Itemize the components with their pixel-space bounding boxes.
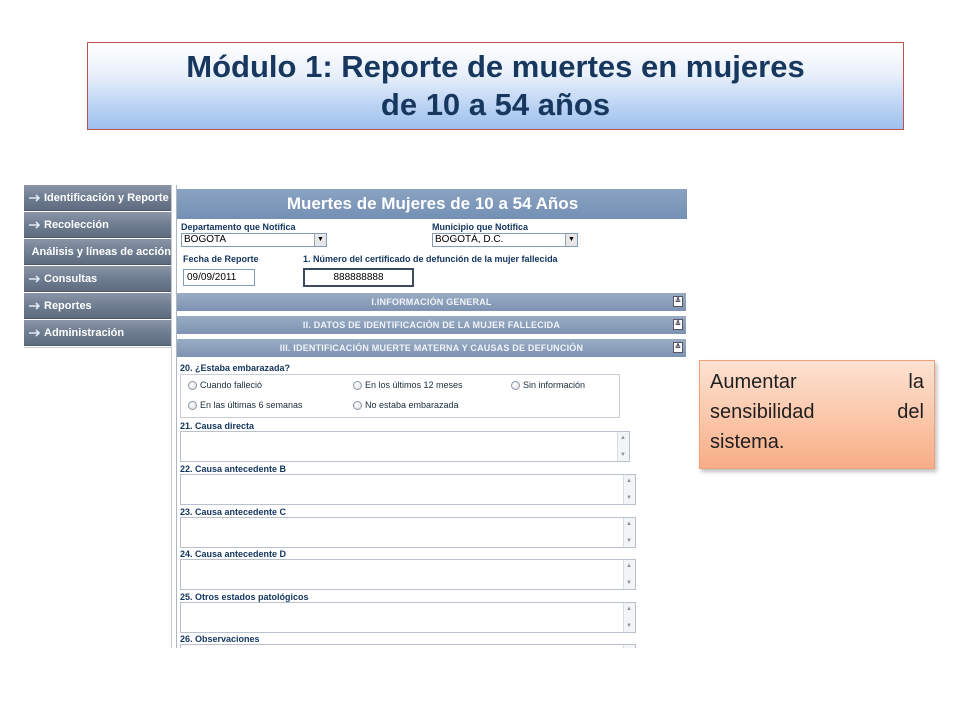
arrow-right-icon: [28, 251, 30, 252]
radio-circle-icon: [188, 380, 197, 390]
chevron-down-icon[interactable]: ▼: [565, 234, 577, 246]
radio-label: Cuando falleció: [200, 380, 263, 390]
section-muerte-materna[interactable]: III. IDENTIFICACIÓN MUERTE MATERNA Y CAU…: [177, 339, 686, 357]
sidebar-item-label: Consultas: [44, 272, 98, 285]
sidebar: Identificación y Reporte Recolección Aná…: [24, 185, 172, 648]
form-area: Muertes de Mujeres de 10 a 54 Años Depar…: [176, 185, 687, 648]
q24-label: 24. Causa antecedente D: [180, 549, 287, 559]
fecha-label: Fecha de Reporte: [183, 254, 259, 264]
scroll-up-icon[interactable]: ▲: [626, 606, 632, 612]
scroll-down-icon[interactable]: ▼: [626, 580, 632, 586]
observaciones-textarea[interactable]: ▲: [180, 644, 636, 648]
scrollbar[interactable]: ▲ ▼: [617, 432, 629, 461]
q23-label: 23. Causa antecedente C: [180, 507, 287, 517]
callout-text: Aumentar la sensibilidad del sistema.: [710, 371, 924, 453]
sidebar-item-recoleccion[interactable]: Recolección: [24, 212, 171, 238]
sidebar-item-identificacion[interactable]: Identificación y Reporte: [24, 185, 171, 211]
municipio-select[interactable]: BOGOTÁ, D.C. ▼: [432, 233, 578, 247]
arrow-right-icon: [29, 193, 41, 202]
arrow-right-icon: [29, 301, 41, 310]
scroll-down-icon[interactable]: ▼: [626, 538, 632, 544]
collapse-icon[interactable]: ≙: [673, 342, 683, 353]
scroll-down-icon[interactable]: ▼: [626, 495, 632, 501]
departamento-label: Departamento que Notifica: [181, 222, 296, 232]
radio-label: No estaba embarazada: [365, 400, 459, 410]
sidebar-item-label: Análisis y líneas de acción: [31, 245, 171, 258]
radio-no-embarazada[interactable]: No estaba embarazada: [353, 400, 459, 410]
app-screenshot: Identificación y Reporte Recolección Aná…: [24, 185, 687, 648]
arrow-right-icon: [29, 274, 41, 283]
sidebar-item-consultas[interactable]: Consultas: [24, 266, 171, 292]
radio-label: En las últimas 6 semanas: [200, 400, 303, 410]
arrow-right-icon: [29, 220, 41, 229]
section-label: III. IDENTIFICACIÓN MUERTE MATERNA Y CAU…: [279, 343, 584, 353]
departamento-value: BOGOTA: [184, 234, 227, 245]
q25-label: 25. Otros estados patológicos: [180, 592, 309, 602]
expand-icon[interactable]: ≚: [673, 296, 683, 307]
scrollbar[interactable]: ▲: [623, 645, 635, 648]
sidebar-item-label: Administración: [44, 326, 125, 339]
departamento-select[interactable]: BOGOTA ▼: [181, 233, 327, 247]
sidebar-item-label: Identificación y Reporte: [44, 191, 169, 204]
q20-radio-group: Cuando falleció En los últimos 12 meses …: [180, 374, 620, 418]
radio-circle-icon: [353, 380, 362, 390]
scroll-up-icon[interactable]: ▲: [626, 478, 632, 484]
radio-circle-icon: [353, 400, 362, 410]
municipio-label: Municipio que Notifica: [432, 222, 528, 232]
radio-ultimas-6-semanas[interactable]: En las últimas 6 semanas: [188, 400, 303, 410]
expand-icon[interactable]: ≚: [673, 319, 683, 330]
sidebar-item-reportes[interactable]: Reportes: [24, 293, 171, 319]
slide-title: Módulo 1: Reporte de muertes en mujeres …: [87, 42, 904, 130]
scroll-up-icon[interactable]: ▲: [620, 435, 626, 441]
sidebar-item-analisis[interactable]: Análisis y líneas de acción: [24, 239, 171, 265]
section-label: II. DATOS DE IDENTIFICACIÓN DE LA MUJER …: [302, 320, 561, 330]
callout-box: Aumentar la sensibilidad del sistema.: [699, 360, 935, 469]
arrow-right-icon: [29, 328, 41, 337]
q20-label: 20. ¿Estaba embarazada?: [180, 363, 291, 373]
scrollbar[interactable]: ▲ ▼: [623, 475, 635, 504]
sidebar-item-label: Recolección: [44, 218, 109, 231]
section-datos-identificacion[interactable]: II. DATOS DE IDENTIFICACIÓN DE LA MUJER …: [177, 316, 686, 334]
radio-ultimos-12-meses[interactable]: En los últimos 12 meses: [353, 380, 463, 390]
causa-b-textarea[interactable]: ▲ ▼: [180, 474, 636, 505]
sidebar-item-administracion[interactable]: Administración: [24, 320, 171, 346]
q21-label: 21. Causa directa: [180, 421, 255, 431]
section-informacion-general[interactable]: I.INFORMACIÓN GENERAL ≚: [177, 293, 686, 311]
causa-directa-textarea[interactable]: ▲ ▼: [180, 431, 630, 462]
slide-title-line-2: de 10 a 54 años: [380, 87, 611, 122]
scroll-up-icon[interactable]: ▲: [626, 563, 632, 569]
slide-title-line-1: Módulo 1: Reporte de muertes en mujeres: [186, 49, 805, 84]
scrollbar[interactable]: ▲ ▼: [623, 560, 635, 589]
causa-c-textarea[interactable]: ▲ ▼: [180, 517, 636, 548]
form-header: Muertes de Mujeres de 10 a 54 Años: [177, 189, 687, 219]
scroll-up-icon[interactable]: ▲: [626, 521, 632, 527]
radio-circle-icon: [188, 400, 197, 410]
scroll-down-icon[interactable]: ▼: [620, 452, 626, 458]
scroll-down-icon[interactable]: ▼: [626, 623, 632, 629]
sidebar-menu: Identificación y Reporte Recolección Aná…: [24, 185, 171, 347]
q22-label: 22. Causa antecedente B: [180, 464, 287, 474]
sidebar-item-label: Reportes: [44, 299, 92, 312]
scrollbar[interactable]: ▲ ▼: [623, 518, 635, 547]
radio-cuando-fallecio[interactable]: Cuando falleció: [188, 380, 262, 390]
causa-d-textarea[interactable]: ▲ ▼: [180, 559, 636, 590]
otros-estados-textarea[interactable]: ▲ ▼: [180, 602, 636, 633]
section-label: I.INFORMACIÓN GENERAL: [371, 297, 492, 307]
radio-label: En los últimos 12 meses: [365, 380, 463, 390]
q26-label: 26. Observaciones: [180, 634, 260, 644]
certificado-input[interactable]: 888888888: [303, 268, 414, 287]
fecha-input[interactable]: 09/09/2011: [183, 269, 255, 286]
chevron-down-icon[interactable]: ▼: [314, 234, 326, 246]
sidebar-empty-area: [24, 347, 171, 648]
scrollbar[interactable]: ▲ ▼: [623, 603, 635, 632]
radio-circle-icon: [511, 380, 520, 390]
radio-label: Sin información: [523, 380, 586, 390]
radio-sin-informacion[interactable]: Sin información: [511, 380, 585, 390]
municipio-value: BOGOTÁ, D.C.: [435, 234, 504, 245]
certificado-label: 1. Número del certificado de defunción d…: [303, 254, 558, 264]
